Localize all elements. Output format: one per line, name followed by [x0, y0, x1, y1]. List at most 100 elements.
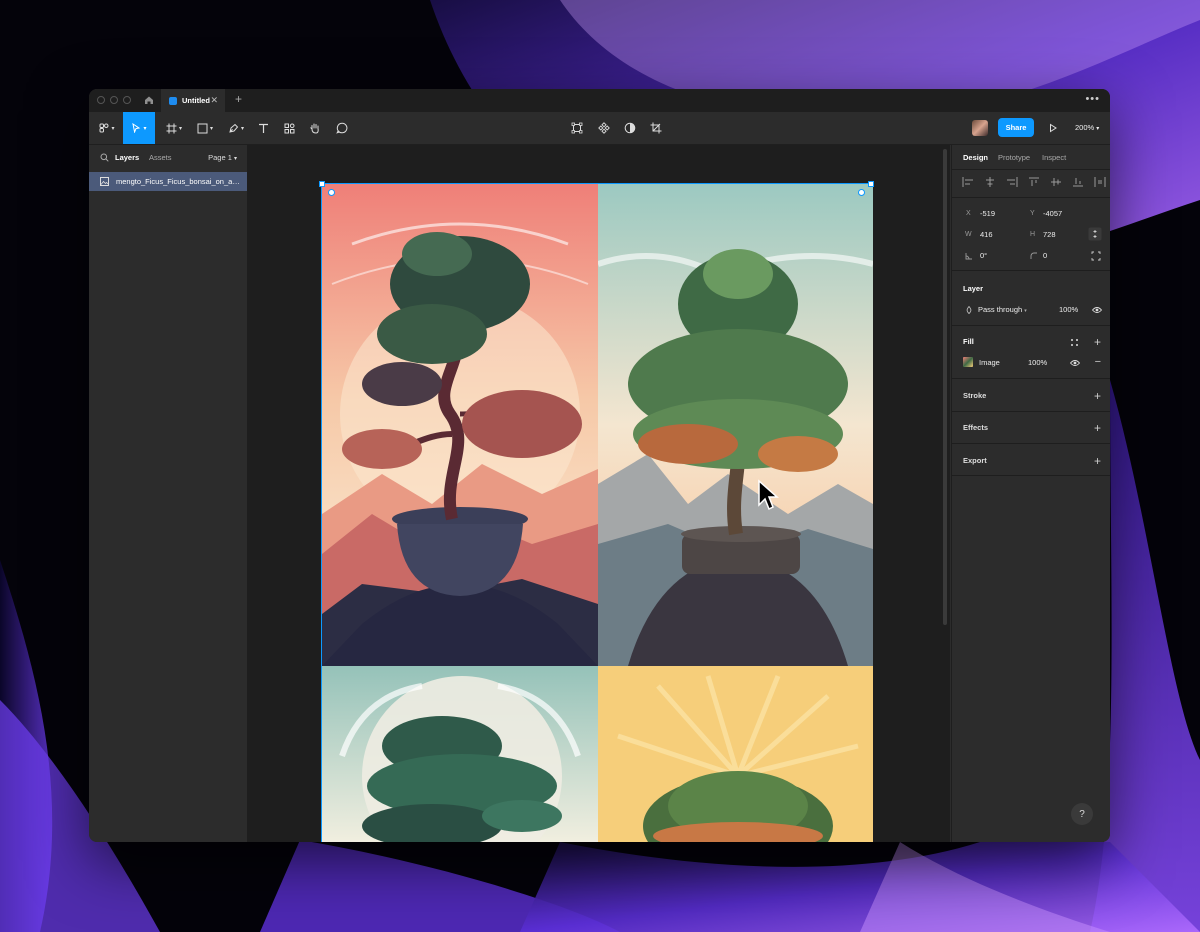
frame-tool-button[interactable]: ▾ [161, 112, 187, 144]
bonsai-artwork-3 [322, 666, 598, 842]
fill-image-swatch[interactable] [963, 357, 973, 367]
component-button[interactable] [569, 112, 585, 144]
zoom-dropdown[interactable]: 200% ▾ [1075, 123, 1099, 132]
tab-inspect[interactable]: Inspect [1042, 153, 1066, 162]
blend-mode-icon [966, 306, 972, 314]
fill-eye-icon[interactable] [1070, 359, 1080, 367]
fill-section-title: Fill [963, 337, 974, 346]
tab-untitled[interactable]: Untitled ✕ [161, 89, 225, 112]
pen-tool-icon [229, 123, 239, 133]
avatar[interactable] [972, 120, 988, 136]
resources-icon [284, 123, 294, 133]
canvas[interactable] [248, 145, 950, 842]
comment-tool-button[interactable] [334, 112, 350, 144]
layer-opacity-input[interactable]: 100% [1059, 305, 1078, 314]
corner-radius-handle[interactable] [328, 189, 335, 196]
rotation-icon [965, 253, 972, 260]
layer-name: mengto_Ficus_Ficus_bonsai_on_a_... [116, 177, 242, 186]
page-name: Page 1 [208, 153, 232, 162]
h-label: H [1030, 231, 1036, 238]
create-component-button[interactable] [596, 112, 612, 144]
add-fill-plus-icon[interactable]: + [1094, 336, 1101, 348]
layer-row[interactable]: mengto_Ficus_Ficus_bonsai_on_a_... [89, 172, 247, 191]
mouse-pointer-icon [758, 479, 779, 511]
height-input[interactable]: 728 [1043, 230, 1056, 239]
resize-handle-top-right[interactable] [868, 181, 874, 187]
remove-fill-minus-icon[interactable]: − [1095, 356, 1101, 368]
help-icon[interactable]: ? [1071, 803, 1093, 825]
align-center-h-icon[interactable] [984, 177, 996, 187]
selected-image-layer[interactable] [319, 181, 874, 842]
page-selector[interactable]: Page 1 ▾ [208, 153, 237, 162]
align-right-icon[interactable] [1006, 177, 1018, 187]
crop-icon [650, 122, 662, 134]
share-button[interactable]: Share [998, 118, 1034, 137]
bonsai-artwork-2 [598, 184, 873, 666]
rotation-input[interactable]: 0° [980, 251, 987, 260]
width-input[interactable]: 416 [980, 230, 993, 239]
export-section-title: Export [963, 456, 987, 465]
fill-type[interactable]: Image [979, 358, 1000, 367]
x-input[interactable]: -519 [980, 209, 995, 218]
contrast-button[interactable] [622, 112, 638, 144]
present-button[interactable] [1045, 112, 1061, 144]
add-effect-plus-icon[interactable]: + [1094, 422, 1101, 434]
text-tool-icon [258, 123, 268, 133]
tab-prototype[interactable]: Prototype [998, 153, 1030, 162]
distribute-icon[interactable] [1094, 177, 1106, 187]
y-label: Y [1030, 210, 1035, 217]
minimize-window-button[interactable] [110, 96, 118, 104]
pen-tool-button[interactable]: ▾ [223, 112, 249, 144]
align-bottom-icon[interactable] [1072, 177, 1084, 187]
independent-corners-icon[interactable] [1091, 251, 1101, 261]
more-icon[interactable]: ••• [1085, 93, 1100, 105]
home-icon[interactable] [142, 93, 156, 107]
corner-radius-icon [1030, 252, 1037, 259]
tab-layers[interactable]: Layers [115, 153, 139, 162]
properties-panel: Design Prototype Inspect X -519 Y -4057 … [951, 145, 1110, 842]
tab-design[interactable]: Design [963, 153, 988, 162]
y-input[interactable]: -4057 [1043, 209, 1062, 218]
fill-opacity-input[interactable]: 100% [1028, 358, 1047, 367]
new-tab-plus-icon[interactable]: + [235, 92, 242, 106]
tab-assets[interactable]: Assets [149, 153, 172, 162]
tab-title: Untitled [182, 96, 210, 105]
close-window-button[interactable] [97, 96, 105, 104]
x-label: X [966, 210, 971, 217]
bonsai-artwork-1 [322, 184, 598, 666]
add-export-plus-icon[interactable]: + [1094, 455, 1101, 467]
blend-mode-value: Pass through [978, 305, 1023, 314]
vertical-scrollbar[interactable] [943, 149, 947, 625]
play-icon [1050, 123, 1057, 133]
mask-icon [598, 122, 610, 134]
maximize-window-button[interactable] [123, 96, 131, 104]
main-menu-button[interactable]: ▾ [95, 112, 119, 144]
align-top-icon[interactable] [1028, 177, 1040, 187]
figma-window: Untitled ✕ + ••• ▾ ▾ ▾ ▾ ▾ Share 200% ▾ … [89, 89, 1110, 842]
close-icon[interactable]: ✕ [210, 96, 218, 105]
align-center-v-icon[interactable] [1050, 177, 1062, 187]
resources-button[interactable] [281, 112, 297, 144]
title-bar: Untitled ✕ + ••• [89, 89, 1110, 113]
eye-icon[interactable] [1092, 306, 1102, 314]
hand-tool-button[interactable] [307, 112, 323, 144]
move-tool-icon [132, 123, 141, 133]
text-tool-button[interactable] [255, 112, 271, 144]
blend-mode-dropdown[interactable]: Pass through ▾ [978, 305, 1027, 314]
frame-tool-icon [166, 123, 177, 133]
add-stroke-plus-icon[interactable]: + [1094, 390, 1101, 402]
search-icon[interactable] [100, 153, 109, 162]
layers-panel: Layers Assets Page 1 ▾ mengto_Ficus_Ficu… [89, 145, 248, 842]
crop-button[interactable] [648, 112, 664, 144]
align-left-icon[interactable] [962, 177, 974, 187]
move-tool-button[interactable]: ▾ [123, 112, 155, 144]
resize-handle-top-left[interactable] [319, 181, 325, 187]
radius-input[interactable]: 0 [1043, 251, 1047, 260]
corner-radius-handle-right[interactable] [858, 189, 865, 196]
styles-grid-icon[interactable] [1070, 338, 1079, 347]
shape-tool-button[interactable]: ▾ [192, 112, 218, 144]
file-icon [169, 96, 177, 105]
shape-tool-icon [197, 123, 208, 133]
main-menu-icon [99, 123, 109, 133]
constrain-proportions-icon[interactable] [1088, 227, 1102, 241]
